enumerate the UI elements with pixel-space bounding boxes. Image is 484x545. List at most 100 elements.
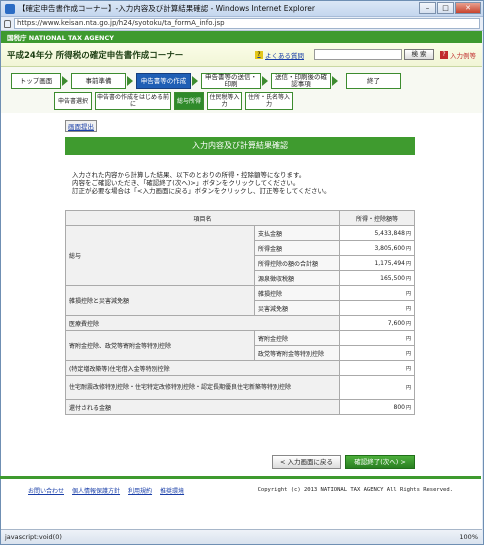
intro-line: 入力された内容から計算した結果、以下のとおりの所得・控除額等になります。 — [72, 171, 306, 179]
progress-steps: トップ画面 事前準備 申告書等の作成 申告書等の送信・印刷 送信・印刷後の確認事… — [1, 67, 482, 113]
step-arrow-icon — [127, 76, 133, 86]
window-controls: – □ ✕ — [418, 1, 481, 16]
header-amount: 所得・控除額等 — [339, 210, 415, 226]
table-row: 還付される金額 800円 — [65, 399, 415, 415]
amount-value: 5,433,848 — [374, 229, 405, 237]
amount-cell: 円 — [339, 285, 415, 301]
substep-before: 申告書の作成をはじめる前に — [95, 92, 171, 110]
title-bar: 【確定申告書作成コーナー】-入力内容及び計算結果確認 - Windows Int… — [1, 1, 483, 17]
minimize-button[interactable]: – — [419, 1, 436, 14]
amount-cell: 円 — [339, 375, 415, 400]
substep-select: 申告書選択 — [54, 92, 92, 110]
title-row: 平成24年分 所得税の確定申告書作成コーナー ? よくある質問 検 索 ? 入力… — [1, 43, 482, 67]
category-cell: 雑損控除と災害減免額 — [65, 285, 255, 316]
agency-logo[interactable]: 国税庁 NATIONAL TAX AGENCY — [7, 32, 114, 42]
maximize-button[interactable]: □ — [437, 1, 454, 14]
amount-cell: 1,175,494円 — [339, 255, 415, 271]
intro-line: 訂正が必要な場合は「<入力画面に戻る」ボタンをクリックし、訂正等をしてください。 — [72, 187, 331, 195]
yen-unit: 円 — [405, 365, 411, 372]
table-header-row: 項目名 所得・控除額等 — [65, 210, 415, 226]
step-prep: 事前準備 — [71, 73, 126, 89]
amount-cell: 7,600円 — [339, 315, 415, 331]
url-field[interactable]: https://www.keisan.nta.go.jp/h24/syotoku… — [14, 18, 480, 29]
search-input[interactable] — [314, 49, 402, 60]
category-cell: 住宅耐震改修特別控除・住宅特定改修特別控除・認定長期優良住宅新築等特別控除 — [65, 375, 340, 400]
amount-cell: 円 — [339, 300, 415, 316]
table-row: 雑損控除と災害減免額 雑損控除 円 — [65, 285, 415, 316]
step-arrow-icon — [332, 76, 338, 86]
yen-unit: 円 — [405, 230, 411, 237]
amount-cell: 円 — [339, 345, 415, 361]
step-create: 申告書等の作成 — [136, 73, 191, 89]
help-icon: ? — [440, 50, 448, 59]
window-title: 【確定申告書作成コーナー】-入力内容及び計算結果確認 - Windows Int… — [18, 4, 315, 13]
subcategory-cell: 源泉徴収税額 — [254, 270, 340, 286]
category-cell: 医療費控除 — [65, 315, 340, 331]
close-button[interactable]: ✕ — [455, 1, 481, 14]
category-cell: (特定増改築等)住宅借入金等特別控除 — [65, 360, 340, 376]
search-button[interactable]: 検 索 — [404, 49, 434, 60]
yen-unit: 円 — [405, 275, 411, 282]
back-to-input-button[interactable]: < 入力画面に戻る — [272, 455, 341, 469]
subcategory-cell: 災害減免額 — [254, 300, 340, 316]
header-item: 項目名 — [65, 210, 340, 226]
subcategory-cell: 所得金額 — [254, 240, 340, 256]
yen-unit: 円 — [405, 260, 411, 267]
intro-text: 入力された内容から計算した結果、以下のとおりの所得・控除額等になります。 内容を… — [72, 171, 412, 195]
yen-unit: 円 — [405, 290, 411, 297]
subcategory-cell: 所得控除の額の合計額 — [254, 255, 340, 271]
footer-link-terms[interactable]: 利用規約 — [128, 486, 152, 495]
amount-value: 3,805,600 — [374, 244, 405, 252]
amount-value: 165,500 — [380, 274, 405, 282]
step-confirm: 送信・印刷後の確認事項 — [271, 73, 331, 89]
amount-cell: 円 — [339, 330, 415, 346]
amount-cell: 円 — [339, 360, 415, 376]
yen-unit: 円 — [405, 245, 411, 252]
yen-unit: 円 — [405, 335, 411, 342]
howto-link[interactable]: ? 入力例等 — [440, 50, 476, 60]
table-row: (特定増改築等)住宅借入金等特別控除 円 — [65, 360, 415, 376]
amount-cell: 165,500円 — [339, 270, 415, 286]
amount-cell: 5,433,848円 — [339, 225, 415, 241]
step-end: 終了 — [346, 73, 401, 89]
subcategory-cell: 雑損控除 — [254, 285, 340, 301]
table-row: 医療費控除 7,600円 — [65, 315, 415, 331]
yen-unit: 円 — [405, 404, 411, 411]
step-top: トップ画面 — [11, 73, 61, 89]
page-title: 平成24年分 所得税の確定申告書作成コーナー — [7, 50, 184, 61]
confirm-next-button[interactable]: 確認終了(次へ) > — [345, 455, 415, 469]
substep-residence: 住民税等入力 — [207, 92, 242, 110]
yen-unit: 円 — [405, 350, 411, 357]
subcategory-cell: 政党等寄附金等特別控除 — [254, 345, 340, 361]
faq-label: よくある質問 — [265, 51, 304, 60]
faq-link[interactable]: ? よくある質問 — [255, 50, 304, 60]
zoom-level[interactable]: 100% — [459, 533, 478, 541]
substep-address: 住所・氏名等入力 — [245, 92, 293, 110]
subcategory-cell: 寄附金控除 — [254, 330, 340, 346]
yen-unit: 円 — [405, 320, 411, 327]
table-row: 寄附金控除、政党等寄附金等特別控除 寄附金控除 円 — [65, 330, 415, 361]
footer-link-contact[interactable]: お問い合わせ — [28, 486, 64, 495]
step-send: 申告書等の送信・印刷 — [201, 73, 261, 89]
address-bar: https://www.keisan.nta.go.jp/h24/syotoku… — [1, 17, 483, 31]
table-row: 総与 支払金額 5,433,848円 — [65, 225, 415, 286]
step-arrow-icon — [62, 76, 68, 86]
screen-submit-link[interactable]: 画面提出 — [65, 120, 97, 132]
amount-cell: 3,805,600円 — [339, 240, 415, 256]
category-cell: 還付される金額 — [65, 399, 340, 415]
amount-cell: 800円 — [339, 399, 415, 415]
section-title: 入力内容及び計算結果確認 — [65, 137, 415, 155]
footer: お問い合わせ 個人情報保護方針 利用規約 推奨環境 Copyright (c) … — [0, 480, 481, 500]
agency-header: 国税庁 NATIONAL TAX AGENCY — [1, 31, 482, 43]
category-cell: 寄附金控除、政党等寄附金等特別控除 — [65, 330, 255, 361]
lock-icon — [4, 19, 11, 28]
yen-unit: 円 — [405, 305, 411, 312]
footer-link-environment[interactable]: 推奨環境 — [160, 486, 184, 495]
step-arrow-icon — [192, 76, 198, 86]
substep-income: 総与所得 — [174, 92, 204, 110]
question-icon: ? — [255, 50, 263, 59]
footer-link-privacy[interactable]: 個人情報保護方針 — [72, 486, 120, 495]
ie-icon — [5, 3, 15, 14]
amount-value: 1,175,494 — [374, 259, 405, 267]
amount-value: 800 — [393, 403, 405, 411]
